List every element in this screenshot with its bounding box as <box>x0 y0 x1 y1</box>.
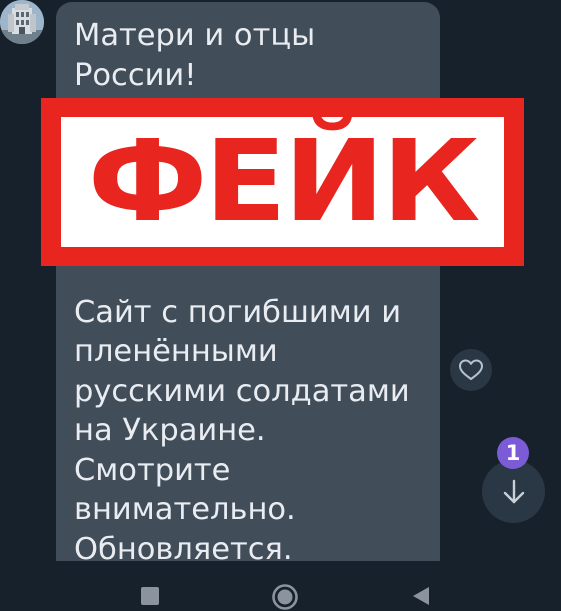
reaction-button[interactable] <box>450 349 492 391</box>
building-photo-icon <box>0 0 44 44</box>
recents-square-icon[interactable] <box>141 587 159 605</box>
arrow-down-icon <box>503 479 524 503</box>
unread-count-badge: 1 <box>497 437 529 469</box>
system-navigation-bar <box>0 561 561 611</box>
home-circle-icon[interactable] <box>271 583 299 611</box>
fake-stamp-overlay: ФЕЙК <box>41 98 524 266</box>
chat-area: Матери и отцы России! Сайт с погибшими и… <box>0 0 561 561</box>
back-triangle-icon[interactable] <box>410 585 432 607</box>
heart-icon <box>459 359 483 380</box>
fake-stamp-label: ФЕЙК <box>87 117 481 247</box>
fake-stamp-panel: ФЕЙК <box>61 117 504 247</box>
scroll-down-button[interactable] <box>482 460 545 523</box>
sender-avatar[interactable] <box>0 0 44 44</box>
